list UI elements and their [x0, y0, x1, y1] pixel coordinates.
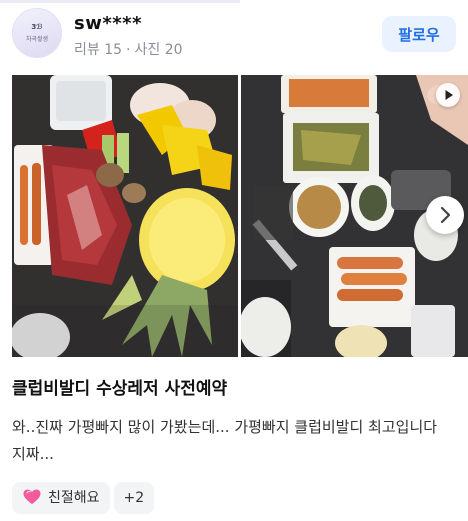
user-stats: 리뷰 15 · 사진 20	[74, 39, 183, 59]
more-tags-chip[interactable]: +2	[113, 482, 155, 514]
username[interactable]: sw****	[74, 13, 142, 34]
chevron-right-icon	[440, 206, 451, 224]
top-divider	[0, 0, 240, 3]
heart-icon	[23, 489, 41, 504]
review-count: 리뷰 15	[74, 42, 123, 58]
next-photo-button[interactable]	[426, 196, 464, 234]
avatar-text: 3ℬ	[31, 23, 43, 31]
avatar-subtext: 차곡쌓생	[25, 36, 49, 43]
review-header: 3ℬ 차곡쌓생 sw**** 리뷰 15 · 사진 20 팔로우	[12, 8, 456, 60]
review-title[interactable]: 클럽비발디 수상레저 사전예약	[12, 374, 227, 399]
bbq-platter-image	[12, 75, 238, 357]
photo-count: 사진 20	[134, 42, 183, 58]
tag-chip[interactable]: 친절해요	[12, 482, 110, 514]
follow-button[interactable]: 팔로우	[382, 16, 456, 52]
play-icon	[436, 83, 460, 107]
avatar[interactable]: 3ℬ 차곡쌓생	[12, 8, 62, 58]
tag-label: 친절해요	[48, 490, 100, 506]
photo-gallery[interactable]	[12, 75, 468, 357]
review-snippet[interactable]: 와..진짜 가평빠지 많이 가봤는데... 가평빠지 클럽비발디 최고입니다 지…	[12, 414, 452, 468]
keyword-tags: 친절해요 +2	[12, 482, 158, 514]
stats-separator: ·	[126, 42, 131, 58]
review-photo[interactable]	[12, 75, 238, 357]
